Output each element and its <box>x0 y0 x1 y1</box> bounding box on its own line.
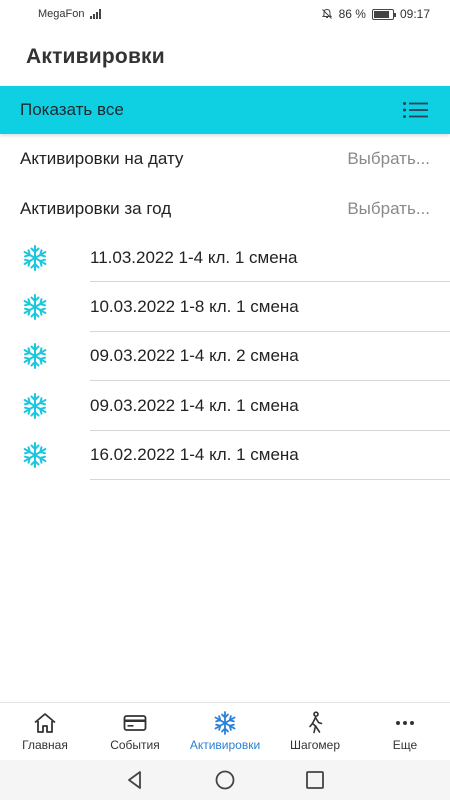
list-item[interactable]: 16.02.2022 1-4 кл. 1 смена <box>0 431 450 480</box>
filter-by-date[interactable]: Активировки на дату Выбрать... <box>0 134 450 183</box>
bell-off-icon <box>321 8 332 19</box>
home-circle-icon[interactable] <box>214 769 236 791</box>
nav-item-more[interactable]: Еще <box>360 703 450 760</box>
activation-text: 10.03.2022 1-8 кл. 1 смена <box>90 297 299 317</box>
signal-icon <box>90 9 102 19</box>
home-icon <box>34 713 56 733</box>
snowflake-icon <box>23 244 47 271</box>
snowflake-icon <box>23 294 47 321</box>
snowflake-icon <box>23 392 47 419</box>
activation-text: 09.03.2022 1-4 кл. 1 смена <box>90 395 299 415</box>
show-all-label: Показать все <box>20 100 124 119</box>
nav-label: Главная <box>22 738 68 752</box>
snowflake-icon <box>214 711 236 735</box>
activation-text: 11.03.2022 1-4 кл. 1 смена <box>90 247 298 267</box>
filter-label: Активировки за год <box>20 198 172 218</box>
list-icon[interactable] <box>402 101 428 119</box>
bottom-nav: Главная События Активировки Шагомер Еще <box>0 702 450 760</box>
back-icon[interactable] <box>124 769 146 791</box>
card-icon <box>123 715 147 731</box>
nav-item-pedometer[interactable]: Шагомер <box>270 703 360 760</box>
activation-text: 16.02.2022 1-4 кл. 1 смена <box>90 445 299 465</box>
clock: 09:17 <box>399 7 430 21</box>
status-right: 86 % 09:17 <box>321 7 430 21</box>
filter-label: Активировки на дату <box>20 148 184 168</box>
filter-select[interactable]: Выбрать... <box>347 199 430 219</box>
status-left: MegaFon <box>38 8 102 20</box>
status-bar: MegaFon 86 % 09:17 <box>0 0 450 28</box>
recents-icon[interactable] <box>304 769 326 791</box>
system-nav-bar <box>0 760 450 800</box>
snowflake-icon <box>23 343 47 370</box>
nav-item-activations[interactable]: Активировки <box>180 703 270 760</box>
filter-by-year[interactable]: Активировки за год Выбрать... <box>0 184 450 233</box>
list-item[interactable]: 10.03.2022 1-8 кл. 1 смена <box>0 282 450 332</box>
nav-item-home[interactable]: Главная <box>0 703 90 760</box>
divider <box>90 478 450 480</box>
snowflake-icon <box>23 442 47 469</box>
activation-text: 09.03.2022 1-4 кл. 2 смена <box>90 346 299 366</box>
page-title: Активировки <box>26 45 165 68</box>
nav-label: Шагомер <box>289 738 341 752</box>
battery-icon <box>371 8 396 20</box>
walker-icon <box>309 711 323 734</box>
show-all-button[interactable]: Показать все <box>0 86 450 134</box>
app-header: Активировки <box>0 28 450 86</box>
nav-label: Еще <box>392 738 418 752</box>
list-item[interactable]: 09.03.2022 1-4 кл. 1 смена <box>0 381 450 431</box>
nav-label: Активировки <box>189 738 261 752</box>
activations-list: 11.03.2022 1-4 кл. 1 смена 10.03.2022 1-… <box>0 233 450 480</box>
carrier-name: MegaFon <box>38 8 85 20</box>
more-icon <box>396 721 414 725</box>
nav-label: События <box>110 738 160 752</box>
nav-item-events[interactable]: События <box>90 703 180 760</box>
filter-select[interactable]: Выбрать... <box>347 149 430 169</box>
list-item[interactable]: 11.03.2022 1-4 кл. 1 смена <box>0 233 450 283</box>
battery-percent: 86 % <box>338 7 366 21</box>
list-item[interactable]: 09.03.2022 1-4 кл. 2 смена <box>0 332 450 382</box>
